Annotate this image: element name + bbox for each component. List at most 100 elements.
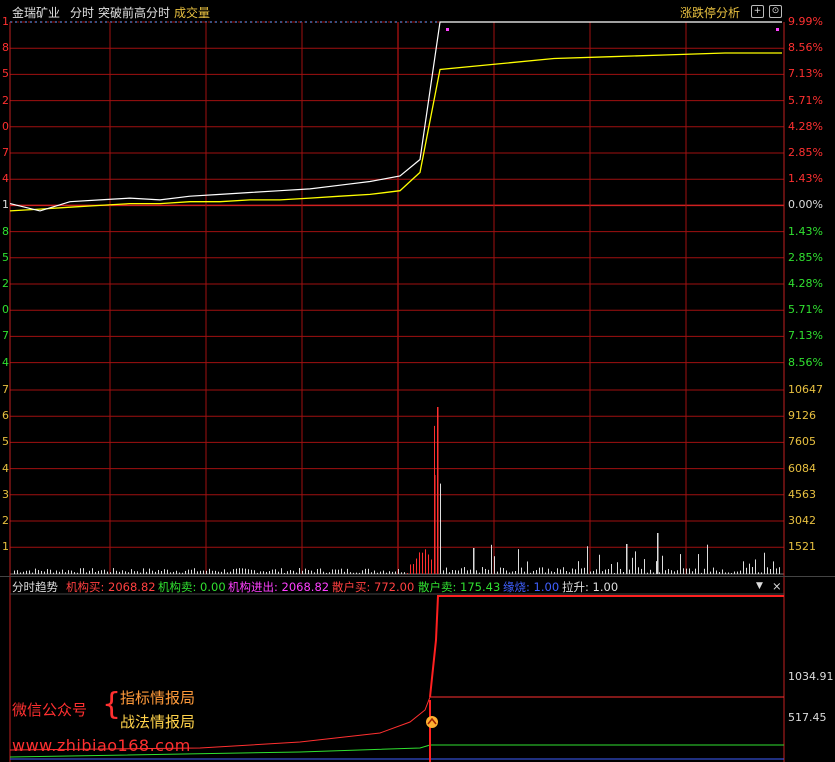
- close-icon[interactable]: ×: [772, 579, 782, 593]
- volume-bar: [707, 544, 708, 574]
- volume-bar: [683, 568, 684, 574]
- volume-bar: [218, 571, 219, 574]
- volume-bar: [533, 570, 534, 574]
- volume-bar: [419, 552, 420, 574]
- volume-label[interactable]: 成交量: [174, 4, 210, 21]
- volume-bar: [572, 568, 573, 574]
- volume-bar: [686, 568, 687, 574]
- dropdown-icon[interactable]: ▼: [756, 581, 763, 591]
- volume-axis-label: 9126: [788, 409, 816, 423]
- avg-price-line: [9, 52, 782, 212]
- volume-bar: [740, 570, 741, 574]
- volume-bar: [638, 567, 639, 574]
- volume-bar: [629, 569, 630, 574]
- volume-bar: [578, 561, 579, 574]
- volume-bar: [602, 571, 603, 574]
- volume-bar: [242, 568, 243, 574]
- ignite-value: 缘烧: 1.00: [503, 580, 560, 594]
- volume-bar: [749, 563, 750, 574]
- volume-bar: [593, 570, 594, 574]
- volume-bar: [557, 568, 558, 574]
- volume-bar: [554, 572, 555, 574]
- volume-bar: [176, 570, 177, 574]
- price-axis-left-label: 5: [2, 67, 9, 81]
- volume-bar: [422, 552, 423, 574]
- period-mode[interactable]: 分时: [70, 4, 94, 21]
- volume-bar: [518, 549, 519, 574]
- volume-bar: [188, 569, 189, 574]
- volume-bar: [776, 568, 777, 574]
- settings-icon[interactable]: ⊙: [769, 5, 782, 18]
- volume-bar: [668, 568, 669, 574]
- volume-bar: [512, 571, 513, 574]
- volume-bar: [644, 559, 645, 574]
- add-icon[interactable]: +: [751, 5, 764, 18]
- volume-bar: [527, 561, 528, 574]
- volume-bar: [29, 570, 30, 574]
- price-axis-left-label: 4: [2, 172, 9, 186]
- volume-axis-left-label: 1: [2, 540, 9, 554]
- volume-bar: [191, 569, 192, 574]
- limit-analysis-button[interactable]: 涨跌停分析: [680, 4, 740, 21]
- volume-bar: [320, 568, 321, 574]
- volume-bar: [635, 551, 636, 574]
- volume-bar: [323, 571, 324, 574]
- volume-bar: [752, 567, 753, 574]
- watermark-url[interactable]: www.zhibiao168.com: [12, 736, 191, 755]
- volume-bar: [713, 567, 714, 574]
- volume-bar: [770, 569, 771, 574]
- volume-bar: [605, 569, 606, 574]
- price-volume-chart[interactable]: [0, 0, 835, 762]
- volume-bar: [179, 572, 180, 574]
- price-axis-label: 2.85%: [788, 146, 823, 159]
- indicator-name[interactable]: 突破前高分时: [98, 4, 170, 21]
- volume-bar: [32, 572, 33, 574]
- volume-bar: [398, 569, 399, 574]
- volume-axis-left-label: 3: [2, 487, 9, 501]
- volume-bar: [392, 571, 393, 574]
- volume-bar: [428, 554, 429, 574]
- volume-bar: [521, 567, 522, 574]
- price-axis-left-label: 0: [2, 119, 9, 133]
- volume-bar: [65, 572, 66, 574]
- volume-bar: [116, 570, 117, 574]
- volume-bar: [197, 571, 198, 574]
- volume-bar: [335, 569, 336, 574]
- wechat-label: 微信公众号: [12, 701, 88, 719]
- volume-bar: [152, 570, 153, 574]
- volume-bar: [476, 570, 477, 574]
- volume-bar: [68, 570, 69, 574]
- volume-bar: [104, 569, 105, 574]
- volume-bar: [386, 572, 387, 574]
- stock-name[interactable]: 金瑞矿业: [12, 4, 60, 21]
- volume-bar: [302, 570, 303, 574]
- volume-bar: [455, 570, 456, 574]
- volume-bar: [221, 571, 222, 574]
- indicator-axis-label: 517.45: [788, 711, 827, 724]
- limit-marker: [446, 28, 449, 31]
- volume-bar: [680, 554, 681, 574]
- retail-sell-value: 散户卖: 175.43: [418, 580, 501, 594]
- volume-bar: [641, 568, 642, 574]
- price-line: [9, 21, 782, 212]
- volume-bar: [272, 569, 273, 574]
- volume-bar: [224, 569, 225, 574]
- volume-bar: [227, 572, 228, 574]
- volume-bar: [119, 571, 120, 574]
- volume-bar: [338, 569, 339, 574]
- price-axis-left-label: 1: [2, 15, 9, 28]
- volume-bar: [161, 570, 162, 574]
- volume-bar: [95, 572, 96, 574]
- volume-bar: [485, 568, 486, 574]
- volume-bar: [464, 567, 465, 574]
- indicator-title[interactable]: 分时趋势: [12, 579, 58, 595]
- volume-bar: [290, 570, 291, 574]
- volume-bar: [113, 568, 114, 574]
- volume-bar: [347, 568, 348, 574]
- volume-bar: [56, 570, 57, 574]
- volume-bar: [365, 568, 366, 574]
- volume-bar: [539, 567, 540, 574]
- volume-bar: [17, 570, 18, 574]
- volume-bar: [677, 570, 678, 574]
- volume-bar: [74, 572, 75, 574]
